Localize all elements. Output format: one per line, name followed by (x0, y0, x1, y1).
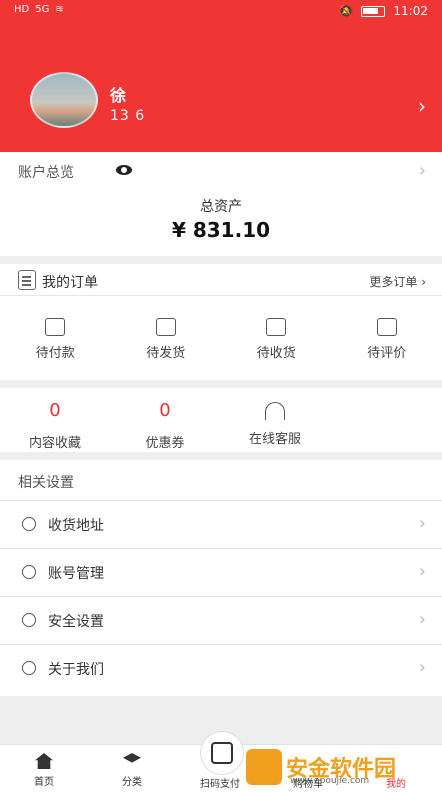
mute-icon: 🔕 (338, 4, 354, 18)
wifi-icon: ≋ (55, 4, 64, 15)
order-pending-review[interactable]: 待评价 (332, 298, 442, 378)
chevron-right-icon[interactable]: › (418, 94, 426, 118)
chevron-right-icon: › (418, 513, 426, 534)
watermark: 安金软件园 www.apoujie.com (246, 744, 436, 790)
chevron-right-icon: › (418, 561, 426, 582)
home-icon (35, 753, 53, 769)
more-orders-label: 更多订单 (369, 275, 418, 289)
watermark-url: www.apoujie.com (290, 776, 370, 786)
lock-icon (22, 613, 36, 627)
order-status-row: 待付款 待发货 待收货 待评价 (0, 298, 442, 378)
watermark-logo-icon (246, 749, 282, 785)
customer-service-stat[interactable]: 在线客服 (220, 400, 330, 447)
chevron-right-icon: › (418, 609, 426, 630)
settings-row-label: 关于我们 (48, 662, 104, 678)
stat-label: 优惠券 (145, 436, 185, 451)
favorites-stat[interactable]: 0 内容收藏 (0, 400, 110, 451)
chevron-right-icon[interactable]: › (419, 160, 426, 181)
headset-icon (265, 402, 285, 420)
settings-row-about[interactable]: 关于我们 › (0, 644, 442, 692)
settings-row-address[interactable]: 收货地址 › (0, 500, 442, 548)
orders-header: 我的订单 更多订单 › (0, 264, 442, 296)
order-pending-payment[interactable]: 待付款 (0, 298, 111, 378)
hd-indicator: HD (14, 4, 30, 15)
settings-row-security[interactable]: 安全设置 › (0, 596, 442, 644)
barcode-icon (211, 742, 233, 764)
tab-category[interactable]: 分类 (88, 745, 176, 792)
settings-row-label: 账号管理 (48, 566, 104, 582)
battery-icon (361, 5, 386, 17)
settings-row-label: 收货地址 (48, 518, 104, 534)
network-indicator: 5G (35, 4, 50, 15)
edit-icon (376, 318, 397, 336)
location-icon (22, 517, 36, 531)
eye-icon[interactable] (116, 165, 132, 175)
tab-label: 分类 (122, 777, 142, 788)
order-item-label: 待发货 (146, 346, 186, 361)
tab-home[interactable]: 首页 (0, 745, 88, 792)
info-icon (22, 661, 36, 675)
account-overview-title: 账户总览 (18, 165, 74, 181)
order-pending-receipt[interactable]: 待收货 (221, 298, 332, 378)
order-item-label: 待付款 (35, 346, 75, 361)
status-bar: HD 5G ≋ 🔕 11:02 (0, 0, 442, 24)
status-time: 11:02 (393, 4, 428, 18)
truck-icon (155, 318, 176, 336)
total-assets-value: ¥ 831.10 (171, 218, 271, 242)
orders-document-icon (18, 270, 36, 290)
wallet-icon (45, 318, 66, 336)
total-assets-label: 总资产 (200, 199, 242, 215)
coupons-stat[interactable]: 0 优惠券 (110, 400, 220, 451)
user-phone: 13 6 (110, 108, 146, 124)
tab-label: 首页 (34, 777, 54, 788)
order-pending-shipment[interactable]: 待发货 (111, 298, 222, 378)
more-orders-link[interactable]: 更多订单 › (369, 273, 426, 290)
stat-value: 0 (159, 400, 171, 421)
stats-card: 0 内容收藏 0 优惠券 在线客服 (0, 388, 442, 452)
order-item-label: 待评价 (367, 346, 407, 361)
settings-row-account[interactable]: 账号管理 › (0, 548, 442, 596)
stat-label: 在线客服 (248, 432, 301, 447)
user-name: 徐 (110, 86, 127, 105)
settings-title: 相关设置 (18, 475, 74, 491)
profile-header[interactable]: 徐 13 6 › (0, 24, 442, 152)
gear-icon (22, 565, 36, 579)
settings-card: 相关设置 收货地址 › 账号管理 › 安全设置 › 关于我们 › (0, 460, 442, 696)
box-icon (266, 318, 287, 336)
my-orders-card: 我的订单 更多订单 › 待付款 待发货 待收货 待评价 (0, 264, 442, 380)
chevron-right-icon: › (418, 657, 426, 678)
stat-label: 内容收藏 (28, 436, 81, 451)
orders-title: 我的订单 (42, 275, 98, 291)
scan-button[interactable] (200, 731, 244, 775)
avatar[interactable] (30, 72, 98, 128)
stat-value: 0 (49, 400, 61, 421)
account-overview-card: 账户总览 › 总资产 ¥ 831.10 (0, 152, 442, 256)
settings-row-label: 安全设置 (48, 614, 104, 630)
layers-icon (123, 753, 141, 763)
order-item-label: 待收货 (256, 346, 296, 361)
